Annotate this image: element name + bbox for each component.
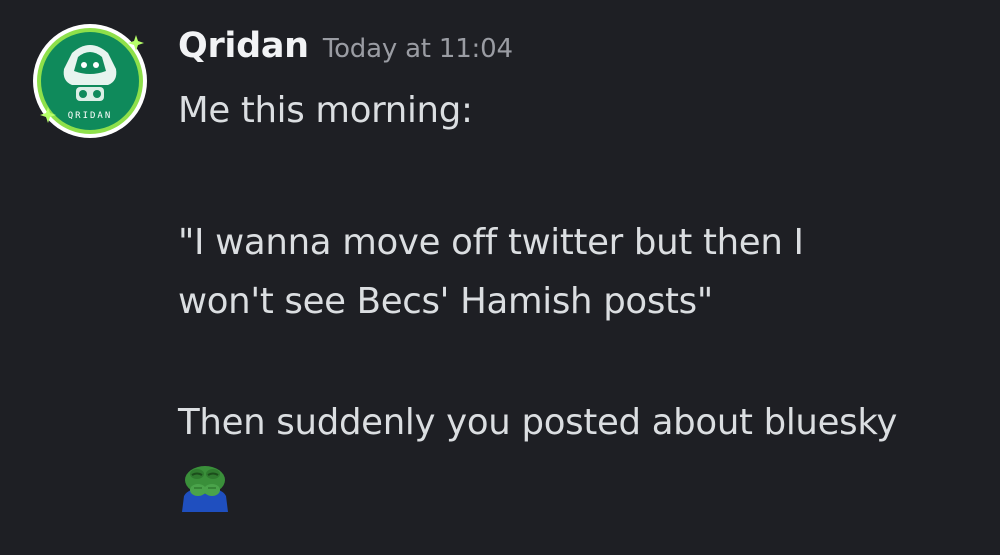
username[interactable]: Qridan <box>178 26 309 66</box>
message-line: Then suddenly you posted about bluesky <box>178 402 898 443</box>
avatar-logo-icon: QRIDAN <box>33 24 147 138</box>
message-line: Me this morning: <box>178 90 473 131</box>
chat-message: QRIDAN Qridan Today at 11:04 Me this morn… <box>0 0 1000 555</box>
avatar-label: QRIDAN <box>68 111 113 121</box>
peepo-shy-emoji-icon <box>182 466 228 512</box>
timestamp: Today at 11:04 <box>322 34 513 64</box>
user-avatar[interactable]: QRIDAN <box>32 23 148 139</box>
message-line: won't see Becs' Hamish posts" <box>178 281 713 322</box>
message-line: "I wanna move off twitter but then I <box>178 222 804 263</box>
custom-emoji[interactable] <box>178 460 232 512</box>
message-header: Qridan Today at 11:04 <box>178 26 513 86</box>
